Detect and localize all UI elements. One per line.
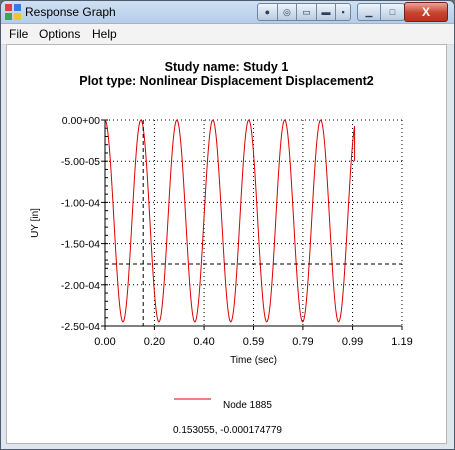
x-tick-label: 0.20 (144, 336, 165, 348)
x-axis-label: Time (sec) (230, 355, 277, 366)
x-tick-label: 1.19 (391, 336, 412, 348)
x-tick-label: 0.79 (292, 336, 313, 348)
y-tick-label: -2.00-04 (61, 280, 100, 292)
response-chart[interactable]: 0.00 0.20 0.40 0.59 0.79 0.99 1.19 0.00+00 -5.00… (1, 1, 455, 450)
x-tick-label: 0.59 (243, 336, 264, 348)
y-tick-label: -2.50-04 (61, 321, 100, 333)
y-tick-label: -1.50-04 (61, 239, 100, 251)
series-line-node-1885 (104, 119, 356, 323)
cursor-readout: 0.153055, -0.000174779 (173, 425, 282, 436)
legend-label: Node 1885 (223, 400, 272, 411)
y-tick-label: -5.00-05 (61, 156, 100, 168)
y-tick-label: -1.00-04 (61, 197, 100, 209)
y-tick-label: 0.00+00 (62, 115, 100, 127)
x-tick-label: 0.99 (342, 336, 363, 348)
response-graph-window: Response Graph ● ◎ ▭ ▬ ▪ ▁ □ X File Opti… (0, 0, 455, 450)
x-tick-label: 0.00 (94, 336, 115, 348)
y-axis-label: UY [in] (30, 208, 41, 238)
x-tick-label: 0.40 (193, 336, 214, 348)
